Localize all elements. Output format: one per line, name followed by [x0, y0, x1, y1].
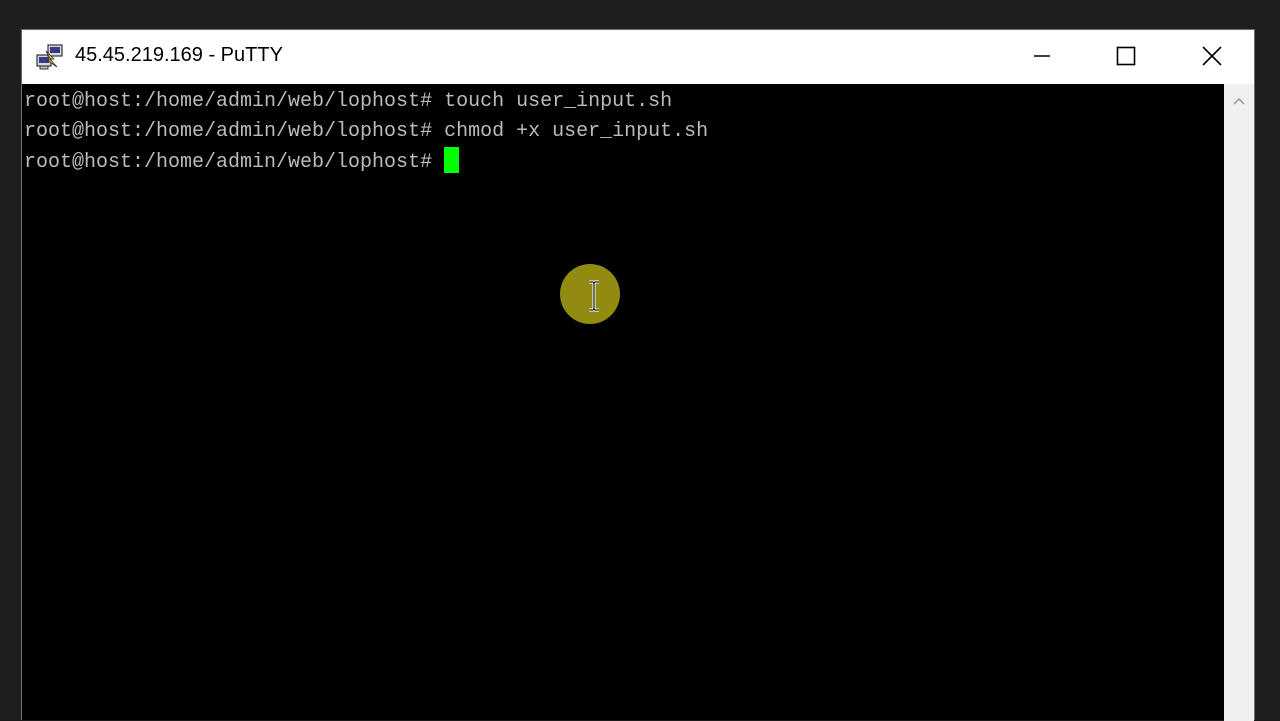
desktop-background: 45.45.219.169 - PuTTY root@host:/home/ad… — [0, 0, 1280, 721]
terminal-line-text: root@host:/home/admin/web/lophost# touch… — [24, 90, 673, 113]
title-bar[interactable]: 45.45.219.169 - PuTTY — [22, 30, 1254, 84]
text-cursor — [444, 147, 460, 173]
maximize-icon — [1116, 46, 1136, 66]
window-title: 45.45.219.169 - PuTTY — [75, 44, 283, 66]
chevron-up-icon — [1233, 97, 1245, 105]
terminal-line: root@host:/home/admin/web/lophost# touch… — [24, 87, 672, 117]
maximize-button[interactable] — [1084, 30, 1168, 82]
putty-window[interactable]: 45.45.219.169 - PuTTY root@host:/home/ad… — [21, 29, 1255, 721]
terminal-area[interactable]: root@host:/home/admin/web/lophost# touch… — [22, 84, 1224, 720]
terminal-line: root@host:/home/admin/web/lophost# chmod… — [24, 117, 708, 147]
putty-icon[interactable] — [35, 42, 65, 72]
terminal-line-text: root@host:/home/admin/web/lophost# chmod… — [24, 120, 709, 143]
close-button[interactable] — [1170, 30, 1254, 82]
minimize-icon — [1034, 55, 1050, 57]
terminal-line-text: root@host:/home/admin/web/lophost# — [24, 151, 445, 174]
vertical-scrollbar[interactable] — [1224, 84, 1254, 721]
minimize-button[interactable] — [1000, 30, 1084, 82]
scroll-up-button[interactable] — [1224, 84, 1254, 118]
close-icon — [1202, 46, 1222, 66]
terminal-prompt-line: root@host:/home/admin/web/lophost# — [24, 147, 460, 177]
ibeam-cursor-icon — [589, 280, 599, 312]
